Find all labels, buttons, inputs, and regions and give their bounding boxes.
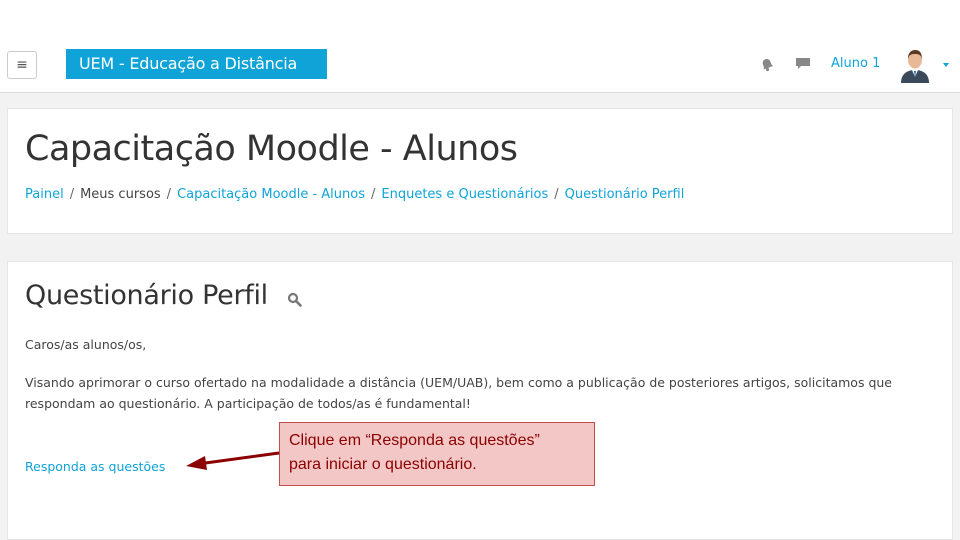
- callout-line-2: para iniciar o questionário.: [289, 456, 477, 473]
- chat-icon[interactable]: [795, 57, 811, 71]
- activity-content: Questionário Perfil Caros/as alunos/os, …: [7, 261, 953, 540]
- page-header: Capacitação Moodle - Alunos Painel / Meus …: [7, 108, 953, 234]
- bell-icon[interactable]: [759, 56, 775, 72]
- activity-description: Visando aprimorar o curso ofertado na mo…: [25, 375, 892, 411]
- breadcrumb-item-activity[interactable]: Questionário Perfil: [565, 187, 685, 202]
- user-avatar-icon[interactable]: [897, 47, 933, 83]
- activity-title: Questionário Perfil: [25, 280, 268, 311]
- activity-greeting: Caros/as alunos/os,: [25, 337, 147, 352]
- instruction-callout: Clique em “Responda as questões” para in…: [279, 422, 595, 486]
- breadcrumb-item-painel[interactable]: Painel: [25, 187, 64, 202]
- site-brand-link[interactable]: UEM - Educação a Distância: [66, 49, 327, 79]
- page-title: Capacitação Moodle - Alunos: [25, 129, 518, 169]
- breadcrumb: Painel / Meus cursos / Capacitação Moodle - …: [25, 187, 685, 202]
- menu-toggle-button[interactable]: ≡: [7, 51, 37, 79]
- chevron-down-icon[interactable]: [943, 63, 949, 67]
- breadcrumb-item-course[interactable]: Capacitação Moodle - Alunos: [177, 187, 365, 202]
- respond-questions-link[interactable]: Responda as questões: [25, 459, 165, 474]
- top-navbar: ≡ UEM - Educação a Distância Aluno 1: [0, 38, 960, 93]
- callout-line-1: Clique em “Responda as questões”: [289, 432, 540, 449]
- breadcrumb-item-meus-cursos: Meus cursos: [80, 187, 161, 202]
- breadcrumb-item-section[interactable]: Enquetes e Questionários: [381, 187, 548, 202]
- search-icon[interactable]: [287, 292, 302, 307]
- user-menu-name[interactable]: Aluno 1: [831, 56, 880, 71]
- hamburger-icon: ≡: [16, 57, 28, 73]
